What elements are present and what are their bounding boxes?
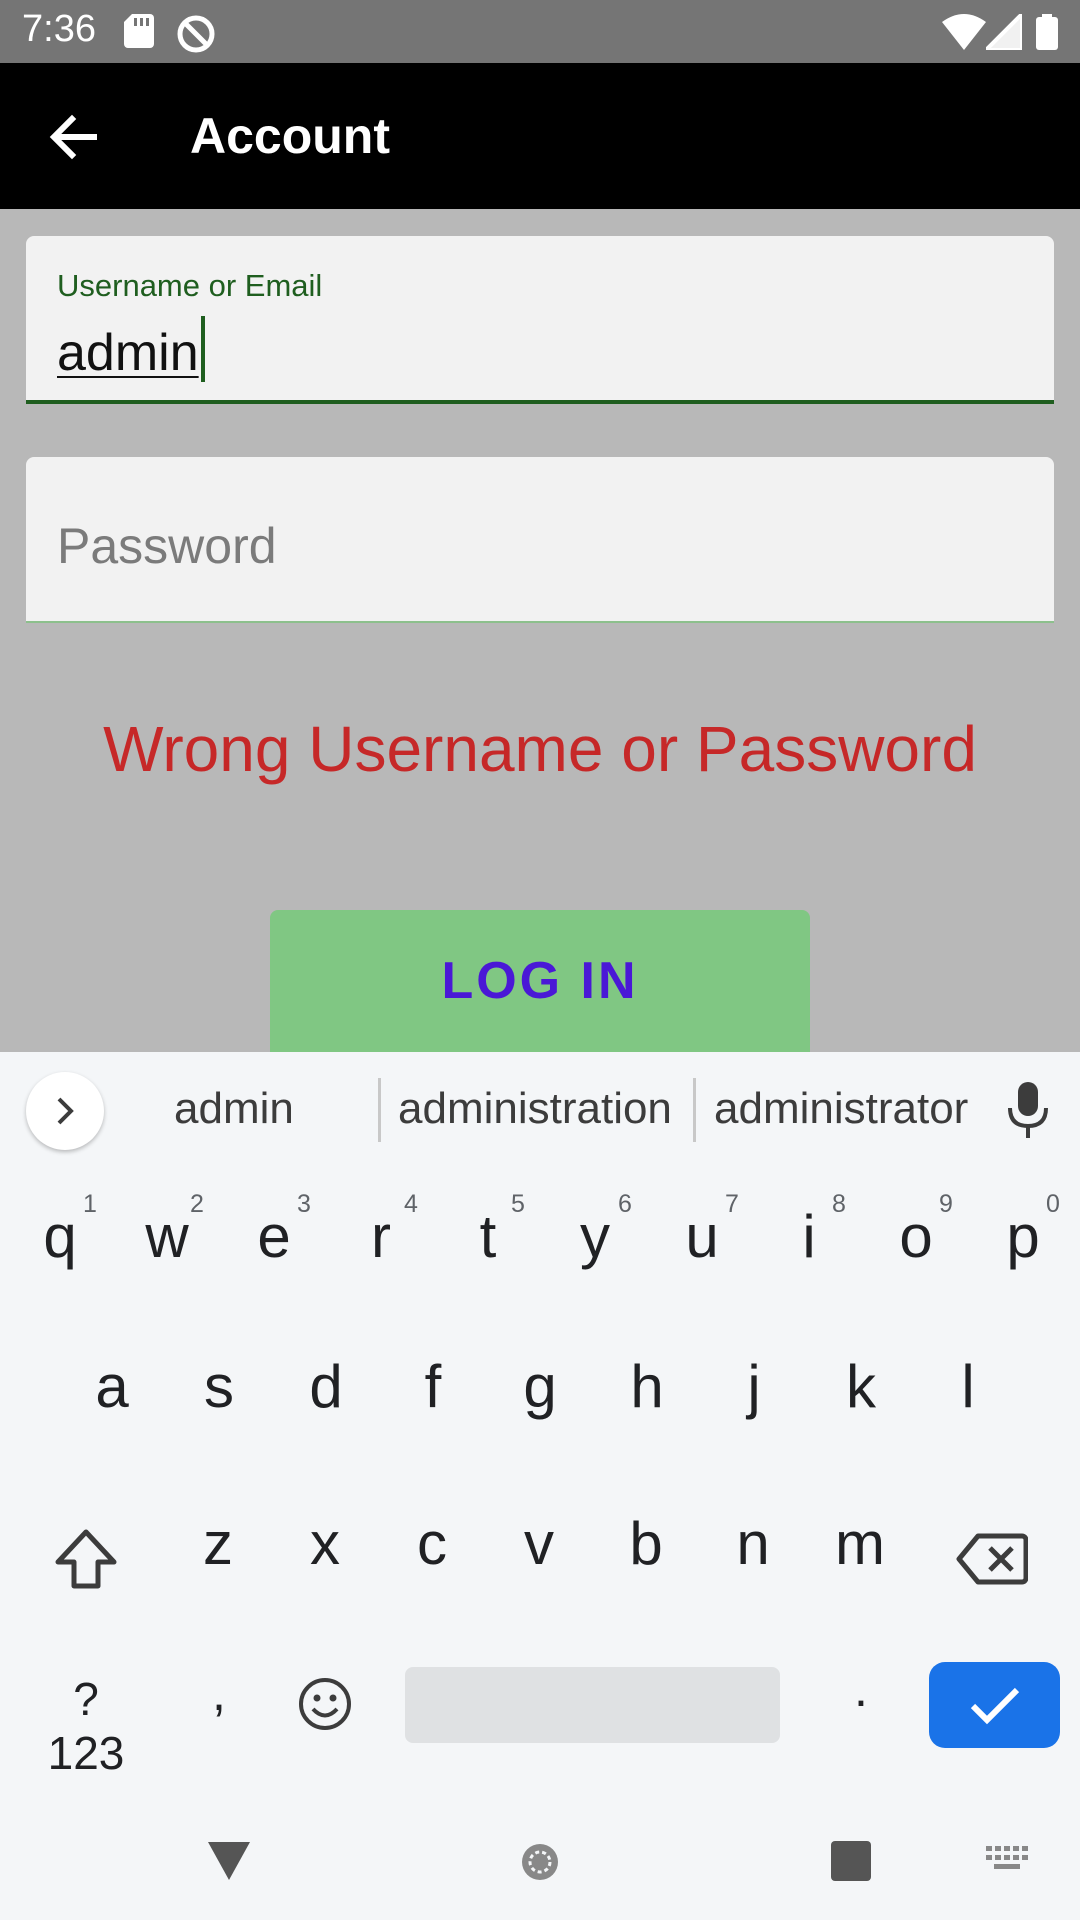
key-c[interactable]: c bbox=[387, 1509, 477, 1578]
status-time: 7:36 bbox=[22, 8, 96, 50]
key-hint: 2 bbox=[190, 1190, 204, 1218]
key-hint: 8 bbox=[832, 1190, 846, 1218]
home-nav-icon[interactable] bbox=[520, 1842, 560, 1882]
key-hint: 3 bbox=[297, 1190, 311, 1218]
key-hint: 1 bbox=[83, 1190, 97, 1218]
sd-card-icon bbox=[124, 14, 154, 48]
key-hint: 5 bbox=[511, 1190, 525, 1218]
text-cursor bbox=[200, 316, 205, 382]
error-message: Wrong Username or Password bbox=[103, 713, 977, 785]
key-a[interactable]: a bbox=[67, 1352, 157, 1421]
key-z[interactable]: z bbox=[173, 1509, 263, 1578]
key-j[interactable]: j bbox=[709, 1352, 799, 1421]
suggestion-item[interactable]: administration bbox=[398, 1084, 672, 1134]
backspace-key-icon[interactable] bbox=[956, 1532, 1028, 1586]
key-f[interactable]: f bbox=[388, 1352, 478, 1421]
navigation-bar bbox=[0, 1810, 1080, 1920]
login-button-label: LOG IN bbox=[441, 952, 639, 1010]
key-hint: 0 bbox=[1046, 1190, 1060, 1218]
check-icon bbox=[970, 1687, 1020, 1725]
login-button[interactable]: LOG IN bbox=[270, 910, 810, 1052]
key-v[interactable]: v bbox=[494, 1509, 584, 1578]
arrow-back-icon bbox=[49, 114, 97, 160]
key-hint: 7 bbox=[725, 1190, 739, 1218]
microphone-icon[interactable] bbox=[1004, 1080, 1052, 1140]
suggestion-divider bbox=[693, 1078, 696, 1142]
symbols-key[interactable]: ?123 bbox=[36, 1672, 136, 1780]
key-g[interactable]: g bbox=[495, 1352, 585, 1421]
suggestion-divider bbox=[378, 1078, 381, 1142]
suggestion-item[interactable]: admin bbox=[174, 1084, 294, 1134]
recents-nav-icon[interactable] bbox=[830, 1840, 872, 1882]
back-nav-icon[interactable] bbox=[206, 1840, 252, 1882]
keyboard: admin administration administrator q1w2e… bbox=[0, 1052, 1080, 1920]
app-bar: Account bbox=[0, 63, 1080, 209]
comma-key[interactable]: , bbox=[174, 1664, 264, 1722]
key-m[interactable]: m bbox=[815, 1509, 905, 1578]
key-k[interactable]: k bbox=[816, 1352, 906, 1421]
key-b[interactable]: b bbox=[601, 1509, 691, 1578]
key-hint: 6 bbox=[618, 1190, 632, 1218]
username-field[interactable]: Username or Email admin bbox=[26, 236, 1054, 404]
emoji-key-icon[interactable] bbox=[297, 1676, 353, 1732]
key-l[interactable]: l bbox=[923, 1352, 1013, 1421]
username-value: admin bbox=[57, 324, 199, 382]
username-label: Username or Email bbox=[57, 268, 323, 303]
suggestion-bar: admin administration administrator bbox=[0, 1052, 1080, 1168]
suggestion-item[interactable]: administrator bbox=[714, 1084, 968, 1134]
page-title: Account bbox=[190, 108, 390, 164]
password-field[interactable]: Password bbox=[26, 457, 1054, 623]
status-bar: 7:36 bbox=[0, 0, 1080, 63]
battery-icon bbox=[1036, 14, 1058, 50]
space-key[interactable] bbox=[405, 1667, 780, 1743]
password-placeholder: Password bbox=[57, 518, 277, 574]
wifi-icon bbox=[942, 14, 986, 50]
key-s[interactable]: s bbox=[174, 1352, 264, 1421]
shift-key-icon[interactable] bbox=[54, 1528, 118, 1590]
key-n[interactable]: n bbox=[708, 1509, 798, 1578]
enter-key[interactable] bbox=[929, 1662, 1060, 1748]
back-button[interactable] bbox=[36, 99, 112, 175]
cell-signal-icon bbox=[986, 14, 1022, 50]
key-hint: 4 bbox=[404, 1190, 418, 1218]
key-x[interactable]: x bbox=[280, 1509, 370, 1578]
period-key[interactable]: . bbox=[816, 1660, 906, 1718]
key-h[interactable]: h bbox=[602, 1352, 692, 1421]
expand-suggestions-button[interactable] bbox=[26, 1072, 104, 1150]
chevron-right-icon bbox=[57, 1097, 74, 1125]
key-d[interactable]: d bbox=[281, 1352, 371, 1421]
key-hint: 9 bbox=[939, 1190, 953, 1218]
username-input[interactable]: admin bbox=[57, 316, 205, 383]
data-saver-icon bbox=[177, 15, 215, 53]
keyboard-switch-icon[interactable] bbox=[986, 1846, 1030, 1876]
